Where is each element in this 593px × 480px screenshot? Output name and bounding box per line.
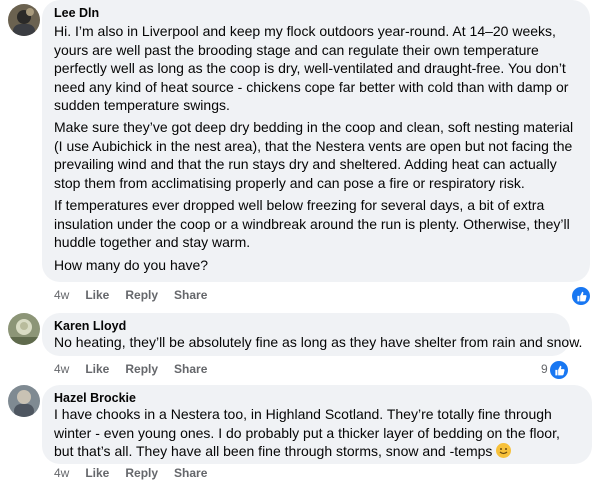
- comment-author[interactable]: Lee Dln: [54, 6, 99, 20]
- smiling-face-emoji: [496, 443, 512, 459]
- comment-actions: 4w Like Reply Share: [54, 288, 207, 302]
- comment-paragraph: Hi. I’m also in Liverpool and keep my fl…: [54, 23, 569, 114]
- comment-bubble: Karen Lloyd No heating, they’ll be absol…: [42, 313, 583, 356]
- comment-bubble: Lee Dln Hi. I’m also in Liverpool and ke…: [42, 0, 590, 282]
- avatar[interactable]: [8, 4, 40, 36]
- thumbs-up-icon[interactable]: [548, 359, 570, 381]
- avatar[interactable]: [8, 385, 40, 417]
- comment-paragraph: If temperatures ever dropped well below …: [54, 197, 570, 251]
- comment-author[interactable]: Hazel Brockie: [54, 391, 136, 405]
- avatar[interactable]: [8, 313, 40, 345]
- reply-button[interactable]: Reply: [125, 288, 158, 302]
- share-button[interactable]: Share: [174, 466, 207, 480]
- like-button[interactable]: Like: [85, 362, 109, 376]
- comment-paragraph: How many do you have?: [54, 257, 209, 273]
- comment-author[interactable]: Karen Lloyd: [54, 319, 126, 333]
- comment-text: I have chooks in a Nestera too, in Highl…: [54, 405, 580, 461]
- comment-text-body: I have chooks in a Nestera too, in Highl…: [54, 406, 560, 460]
- comment-time[interactable]: 4w: [54, 288, 69, 302]
- comment-time[interactable]: 4w: [54, 362, 69, 376]
- share-button[interactable]: Share: [174, 288, 207, 302]
- comment-time[interactable]: 4w: [54, 466, 69, 480]
- thumbs-up-icon[interactable]: [570, 285, 592, 307]
- reaction-count[interactable]: 9: [541, 362, 548, 376]
- comment-actions: 4w Like Reply Share: [54, 362, 207, 376]
- comment-bubble: Hazel Brockie I have chooks in a Nestera…: [42, 385, 592, 464]
- reply-button[interactable]: Reply: [125, 362, 158, 376]
- reply-button[interactable]: Reply: [125, 466, 158, 480]
- like-button[interactable]: Like: [85, 288, 109, 302]
- comment-paragraph: Make sure they’ve got deep dry bedding i…: [54, 119, 574, 191]
- like-button[interactable]: Like: [85, 466, 109, 480]
- comment-actions: 4w Like Reply Share: [54, 466, 207, 480]
- share-button[interactable]: Share: [174, 362, 207, 376]
- comment-text: No heating, they’ll be absolutely fine a…: [54, 334, 583, 350]
